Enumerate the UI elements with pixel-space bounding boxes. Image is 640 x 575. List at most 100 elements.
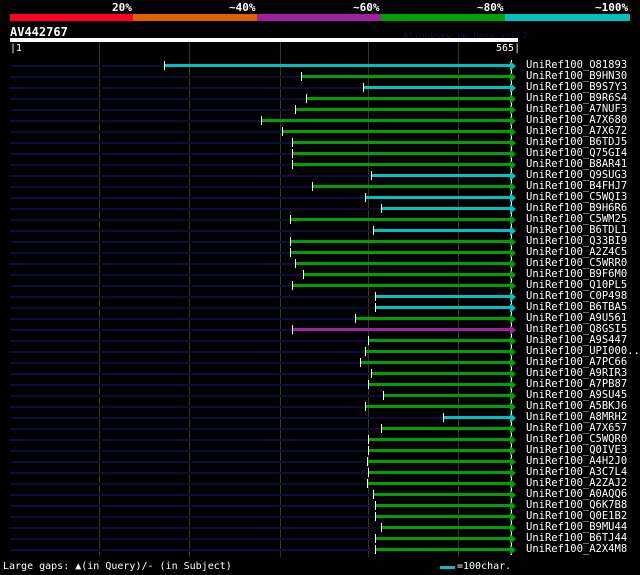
alignment-bar <box>303 273 511 276</box>
alignment-bar <box>260 119 511 122</box>
scale-segment <box>257 14 381 21</box>
alignment-bar <box>443 416 511 419</box>
arrow-right-icon <box>510 523 516 533</box>
arrow-right-icon <box>510 490 516 500</box>
query-start: |1 <box>10 43 23 54</box>
alignment-bar <box>295 108 511 111</box>
arrow-right-icon <box>510 138 516 148</box>
arrow-right-icon <box>510 281 516 291</box>
arrow-right-icon <box>510 72 516 82</box>
alignment-bar <box>365 405 511 408</box>
alignment-bar <box>362 86 511 89</box>
arrow-right-icon <box>510 413 516 423</box>
alignment-start-tick <box>289 237 291 246</box>
arrow-right-icon <box>510 215 516 225</box>
arrow-right-icon <box>510 501 516 511</box>
alignment-start-tick <box>375 501 377 510</box>
arrow-right-icon <box>510 391 516 401</box>
alignment-bar <box>367 471 511 474</box>
arrow-right-icon <box>510 545 516 555</box>
alignment-start-tick <box>370 369 372 378</box>
arrow-right-icon <box>510 105 516 115</box>
alignment-bar <box>289 251 511 254</box>
alignment-start-tick <box>370 171 372 180</box>
alignment-start-tick <box>381 523 383 532</box>
alignment-start-tick <box>365 347 367 356</box>
alignment-start-tick <box>443 413 445 422</box>
scale-segment <box>505 14 630 21</box>
arrow-right-icon <box>510 457 516 467</box>
alignment-bar <box>292 141 511 144</box>
alignment-start-tick <box>354 314 356 323</box>
arrow-right-icon <box>510 83 516 93</box>
arrow-right-icon <box>510 358 516 368</box>
alignment-start-tick <box>381 204 383 213</box>
alignment-bar <box>370 174 511 177</box>
alignment-bar <box>383 394 511 397</box>
alignment-start-tick <box>383 391 385 400</box>
alignment-bar <box>365 196 511 199</box>
alignment-bar <box>359 361 511 364</box>
alignment-bar <box>375 295 511 298</box>
arrow-right-icon <box>510 171 516 181</box>
scale-segment <box>10 14 133 21</box>
alignment-start-tick <box>375 545 377 554</box>
alignment-start-tick <box>292 149 294 158</box>
arrow-right-icon <box>510 248 516 258</box>
alignment-bar <box>381 207 511 210</box>
alignment-start-tick <box>260 116 262 125</box>
alignment-bar <box>289 240 511 243</box>
alignment-bar <box>367 460 511 463</box>
alignment-bar <box>373 229 511 232</box>
arrow-right-icon <box>510 380 516 390</box>
arrow-right-icon <box>510 314 516 324</box>
arrow-right-icon <box>510 149 516 159</box>
alignment-start-tick <box>281 127 283 136</box>
alignment-start-tick <box>289 215 291 224</box>
alignment-start-tick <box>375 303 377 312</box>
hit-label[interactable]: UniRef100_A2X4M8 <box>526 543 627 555</box>
alignment-start-tick <box>303 270 305 279</box>
alignment-start-tick <box>367 435 369 444</box>
arrow-right-icon <box>510 336 516 346</box>
alignment-start-tick <box>375 512 377 521</box>
arrow-right-icon <box>510 325 516 335</box>
alignment-bar <box>292 328 511 331</box>
alignment-start-tick <box>375 534 377 543</box>
alignment-start-tick <box>295 105 297 114</box>
scale-label: ~40% <box>229 1 256 14</box>
scale-label: ~100% <box>595 1 629 14</box>
arrow-right-icon <box>510 259 516 269</box>
alignment-bar <box>375 306 511 309</box>
alignment-start-tick <box>163 61 165 70</box>
arrow-right-icon <box>510 237 516 247</box>
alignment-start-tick <box>359 358 361 367</box>
arrow-right-icon <box>510 193 516 203</box>
alignment-start-tick <box>367 336 369 345</box>
arrow-right-icon <box>510 94 516 104</box>
scale-label: =100char. <box>457 561 512 572</box>
alignment-bar <box>367 449 511 452</box>
arrow-right-icon <box>510 61 516 71</box>
alignment-start-tick <box>289 248 291 257</box>
alignment-bar <box>295 262 511 265</box>
arrow-right-icon <box>510 347 516 357</box>
alignment-bar <box>289 218 511 221</box>
arrow-right-icon <box>510 303 516 313</box>
alignment-start-tick <box>365 402 367 411</box>
alignment-start-tick <box>367 479 369 488</box>
hit-row[interactable]: UniRef100_A2X4M8 <box>0 543 640 555</box>
alignment-bar <box>373 493 511 496</box>
alignment-start-tick <box>373 226 375 235</box>
alignment-bar <box>381 427 511 430</box>
alignment-bar <box>292 152 511 155</box>
alignment-start-tick <box>295 259 297 268</box>
arrow-right-icon <box>510 116 516 126</box>
alignment-bar <box>365 350 511 353</box>
alignment-bar <box>367 438 511 441</box>
arrow-right-icon <box>510 512 516 522</box>
arrow-right-icon <box>510 127 516 137</box>
alignment-bar <box>367 339 511 342</box>
scale-label: ~80% <box>477 1 504 14</box>
arrow-right-icon <box>510 182 516 192</box>
